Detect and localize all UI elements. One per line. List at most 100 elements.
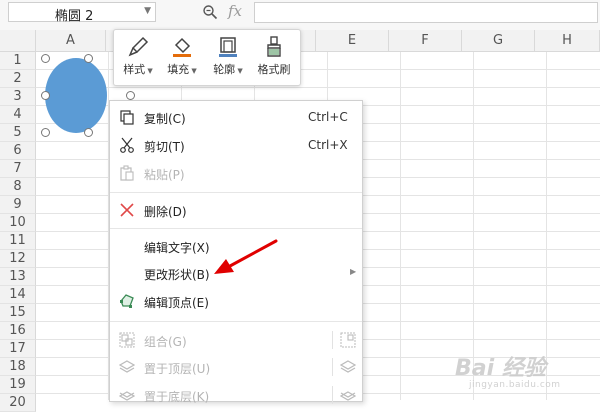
chevron-down-icon: ▼ (235, 67, 243, 75)
column-header-a[interactable]: A (36, 30, 106, 52)
row-header-10[interactable]: 10 (0, 214, 36, 232)
row-header-4[interactable]: 4 (0, 106, 36, 124)
menu-item-change-shape[interactable]: 更改形状(B) ▶ (110, 259, 362, 287)
copy-icon (120, 110, 134, 125)
resize-handle-bottom-left[interactable] (41, 128, 50, 137)
outline-button[interactable]: 轮廓 ▼ (206, 34, 250, 82)
row-header-15[interactable]: 15 (0, 304, 36, 322)
menu-separator (110, 321, 362, 322)
menu-item-send-to-back[interactable]: 置于底层(K) (110, 381, 362, 409)
row-header-9[interactable]: 9 (0, 196, 36, 214)
column-header-e[interactable]: E (316, 30, 389, 52)
row-header-18[interactable]: 18 (0, 358, 36, 376)
menu-item-label: 更改形状(B) (144, 268, 210, 282)
shape-format-toolbar: 样式 ▼ 填充 ▼ 轮廓 ▼ 格式刷 (113, 29, 301, 86)
column-header-g[interactable]: G (462, 30, 535, 52)
row-header-20[interactable]: 20 (0, 394, 36, 412)
menu-item-label: 复制(C) (144, 112, 186, 126)
format-painter-label: 格式刷 (257, 63, 291, 76)
group-icon (119, 332, 135, 348)
format-painter-button[interactable]: 格式刷 (252, 34, 296, 82)
resize-handle-top[interactable] (84, 54, 93, 63)
watermark-url: jingyan.baidu.com (469, 380, 561, 390)
zoom-icon[interactable] (202, 4, 218, 20)
delete-icon (120, 203, 134, 217)
menu-item-label: 编辑顶点(E) (144, 296, 209, 310)
format-painter-icon (267, 36, 281, 57)
menu-separator (110, 192, 362, 193)
menu-item-label: 剪切(T) (144, 140, 185, 154)
row-header-1[interactable]: 1 (0, 52, 36, 70)
submenu-arrow-icon: ▶ (350, 267, 357, 276)
chevron-down-icon: ▼ (145, 67, 153, 75)
send-backward-icon (340, 391, 356, 401)
menu-item-paste[interactable]: 粘贴(P) (110, 159, 362, 187)
resize-handle-bottom[interactable] (84, 128, 93, 137)
bring-forward-icon (340, 360, 356, 373)
cut-icon (120, 137, 134, 153)
formula-bar: 椭圆 2 ▼ fx (0, 0, 600, 31)
row-header-5[interactable]: 5 (0, 124, 36, 142)
menu-item-shortcut: Ctrl+C (308, 110, 348, 124)
menu-item-edit-points[interactable]: 编辑顶点(E) (110, 287, 362, 315)
resize-handle-top-left[interactable] (41, 54, 50, 63)
fill-label: 填充 (167, 63, 190, 76)
row-header-12[interactable]: 12 (0, 250, 36, 268)
chevron-down-icon[interactable]: ▼ (144, 6, 151, 16)
row-header-7[interactable]: 7 (0, 160, 36, 178)
select-all-corner[interactable] (0, 30, 36, 52)
menu-item-label: 组合(G) (144, 335, 187, 349)
column-header-f[interactable]: F (389, 30, 462, 52)
resize-handle-left[interactable] (41, 91, 50, 100)
style-label: 样式 (123, 63, 146, 76)
menu-item-label: 删除(D) (144, 205, 187, 219)
menu-separator (110, 228, 362, 229)
style-button[interactable]: 样式 ▼ (116, 34, 160, 82)
row-header-14[interactable]: 14 (0, 286, 36, 304)
menu-item-bring-to-front[interactable]: 置于顶层(U) (110, 353, 362, 381)
fill-button[interactable]: 填充 ▼ (160, 34, 204, 82)
watermark-logo-text: Bai 经验 (455, 356, 546, 381)
menu-item-shortcut: Ctrl+X (308, 138, 348, 152)
menu-vertical-separator (332, 331, 333, 349)
send-to-back-icon (119, 391, 135, 401)
bring-to-front-icon (119, 360, 135, 373)
style-brush-icon (128, 36, 149, 57)
row-header-13[interactable]: 13 (0, 268, 36, 286)
menu-item-label: 置于底层(K) (144, 390, 210, 404)
menu-item-label: 粘贴(P) (144, 168, 185, 182)
row-header-19[interactable]: 19 (0, 376, 36, 394)
menu-vertical-separator (332, 386, 333, 404)
menu-item-label: 编辑文字(X) (144, 241, 210, 255)
fill-bucket-icon (173, 37, 191, 57)
row-header-2[interactable]: 2 (0, 70, 36, 88)
row-header-6[interactable]: 6 (0, 142, 36, 160)
row-header-8[interactable]: 8 (0, 178, 36, 196)
ellipse-shape[interactable] (45, 58, 107, 133)
menu-item-copy[interactable]: 复制(C) Ctrl+C (110, 103, 362, 131)
menu-item-cut[interactable]: 剪切(T) Ctrl+X (110, 131, 362, 159)
ungroup-icon (340, 332, 356, 348)
menu-item-delete[interactable]: 删除(D) (110, 196, 362, 224)
row-header-3[interactable]: 3 (0, 88, 36, 106)
formula-input[interactable] (254, 2, 598, 23)
context-menu: 复制(C) Ctrl+C 剪切(T) Ctrl+X 粘贴(P) 删除(D) 编辑… (109, 100, 363, 404)
resize-handle-right[interactable] (126, 91, 135, 100)
outline-label: 轮廓 (213, 63, 236, 76)
row-header-16[interactable]: 16 (0, 322, 36, 340)
baidu-watermark-logo: Bai 经验 jingyan.baidu.com (455, 350, 595, 398)
column-header-h[interactable]: H (535, 30, 600, 52)
paste-icon (120, 165, 134, 181)
edit-points-icon (120, 294, 134, 308)
fx-icon[interactable]: fx (228, 2, 242, 20)
outline-icon (219, 37, 237, 57)
name-box[interactable]: 椭圆 2 ▼ (8, 2, 156, 24)
menu-item-group[interactable]: 组合(G) (110, 326, 362, 354)
row-header-11[interactable]: 11 (0, 232, 36, 250)
chevron-down-icon: ▼ (189, 67, 197, 75)
menu-item-edit-text[interactable]: 编辑文字(X) (110, 232, 362, 260)
row-header-17[interactable]: 17 (0, 340, 36, 358)
menu-vertical-separator (332, 358, 333, 376)
name-box-value: 椭圆 2 (55, 9, 94, 24)
menu-item-label: 置于顶层(U) (144, 362, 211, 376)
